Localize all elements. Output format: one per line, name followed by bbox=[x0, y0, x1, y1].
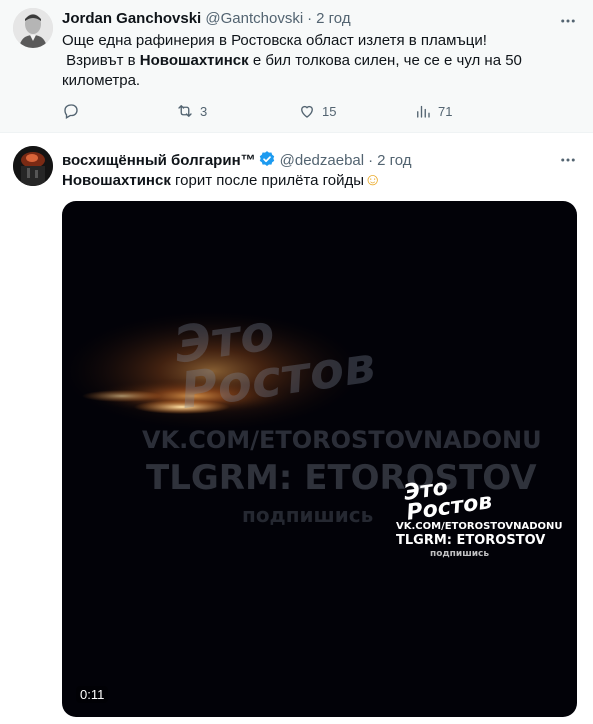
tweet-text: Още една рафинерия в Ростовска област из… bbox=[62, 31, 562, 91]
avatar-photo bbox=[13, 8, 53, 48]
video-player[interactable]: Этo Ростов VK.COM/ETOROSTOVNADONU TLGRM:… bbox=[62, 201, 577, 717]
display-name[interactable]: Jordan Ganchovski bbox=[62, 10, 201, 27]
repost-button[interactable]: 3 bbox=[176, 102, 207, 120]
verified-badge-icon[interactable] bbox=[258, 150, 276, 168]
video-duration: 0:11 bbox=[76, 686, 109, 703]
repost-icon bbox=[178, 105, 192, 117]
watermark-logo-large: Этo Ростов bbox=[171, 296, 379, 420]
tweet-text-line: Взривът в Новошахтинск е бил толкова сил… bbox=[62, 51, 562, 71]
tweet-text-line: километра. bbox=[62, 72, 141, 89]
separator-dot: · bbox=[368, 152, 374, 169]
smiling-face-emoji: ☺ bbox=[364, 170, 382, 189]
text-fragment: е бил толкова силен, че се е чул на 50 bbox=[248, 52, 522, 69]
avatar[interactable] bbox=[13, 146, 53, 186]
display-name[interactable]: восхищённый болгарин™ bbox=[62, 152, 256, 169]
timestamp[interactable]: 2 год bbox=[316, 10, 350, 27]
watermark-sub-large: подпишись bbox=[242, 503, 374, 527]
like-button[interactable]: 15 bbox=[298, 102, 336, 120]
location-highlight: Новошахтинск bbox=[62, 172, 171, 189]
view-count: 71 bbox=[438, 103, 453, 119]
like-count: 15 bbox=[322, 103, 337, 119]
watermark-url-small: VK.COM/ETOROSTOVNADONU bbox=[396, 521, 563, 532]
timestamp[interactable]: 2 год bbox=[377, 152, 411, 169]
fire-core bbox=[82, 390, 162, 402]
reply-icon bbox=[64, 104, 78, 119]
location-highlight: Новошахтинск bbox=[139, 52, 249, 69]
views-icon bbox=[417, 105, 430, 118]
tweet-dedzaebal[interactable]: восхищённый болгарин™ @dedzaebal · 2 год Но… bbox=[0, 133, 593, 724]
user-handle[interactable]: @dedzaebal bbox=[280, 152, 364, 169]
reply-button[interactable] bbox=[62, 102, 86, 120]
avatar-photo bbox=[13, 146, 53, 186]
user-handle[interactable]: @Gantchovski bbox=[205, 10, 303, 27]
tweet-jordan[interactable]: Jordan Ganchovski @Gantchovski · 2 год Още… bbox=[0, 0, 593, 133]
text-fragment: горит после прилёта гойды bbox=[170, 172, 365, 189]
like-icon bbox=[301, 105, 313, 118]
more-icon[interactable] bbox=[559, 151, 577, 169]
views-button[interactable]: 71 bbox=[414, 102, 452, 120]
text-fragment: Взривът в bbox=[66, 52, 140, 69]
watermark-sub-small: подпишись bbox=[430, 549, 490, 559]
action-bar: 3 15 71 bbox=[62, 98, 562, 124]
tweet-header: Jordan Ganchovski @Gantchovski · 2 год bbox=[62, 10, 351, 27]
tweet-text-line: Още една рафинерия в Ростовска област из… bbox=[62, 32, 487, 49]
more-icon[interactable] bbox=[559, 12, 577, 30]
watermark-tg-small: TLGRM: ETOROSTOV bbox=[396, 533, 546, 548]
watermark-url-large: VK.COM/ETOROSTOVNADONU bbox=[142, 426, 542, 454]
separator-dot: · bbox=[307, 10, 313, 27]
tweet-header: восхищённый болгарин™ @dedzaebal · 2 год bbox=[62, 150, 412, 169]
avatar[interactable] bbox=[13, 8, 53, 48]
repost-count: 3 bbox=[200, 103, 208, 119]
tweet-text: Новошахтинск горит после прилёта гойды☺ bbox=[62, 170, 562, 191]
